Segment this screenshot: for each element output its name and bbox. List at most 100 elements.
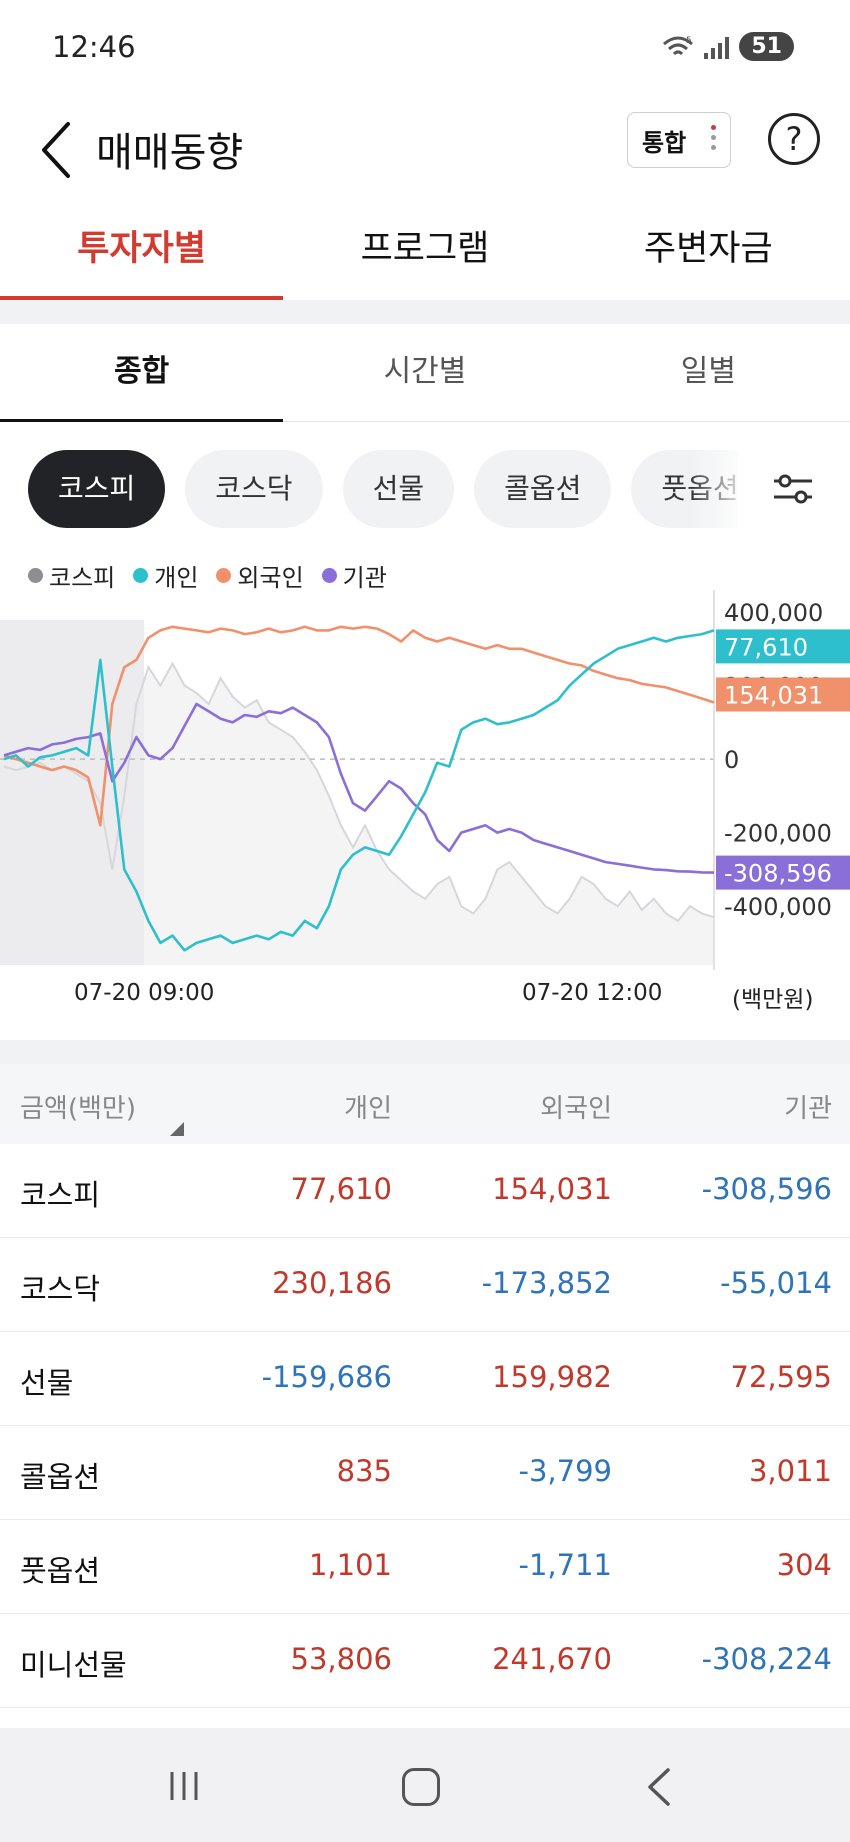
legend-dot <box>216 568 232 583</box>
legend-item-institution: 기관 <box>321 558 387 593</box>
individual-end-label: 77,610 <box>716 629 850 664</box>
chart-svg: 400,000200,0000-200,000-400,000154,03177… <box>0 590 850 970</box>
row-name: 풋옵션 <box>20 1554 101 1588</box>
sub-tabs: 종합 시간별 일별 <box>0 324 850 422</box>
legend-item-individual: 개인 <box>133 558 198 593</box>
status-icons: 5 51 <box>662 32 794 61</box>
header-institution: 기관 <box>784 1094 832 1124</box>
subtab-hourly[interactable]: 시간별 <box>283 324 566 421</box>
cell-foreign: -3,799 <box>518 1454 613 1488</box>
cell-foreign: 154,031 <box>492 1172 612 1206</box>
tab-peripheral-funds[interactable]: 주변자금 <box>567 200 850 300</box>
signal-icon <box>704 35 730 59</box>
subtab-daily[interactable]: 일별 <box>567 324 850 421</box>
investor-flow-chart[interactable]: 400,000200,0000-200,000-400,000154,03177… <box>0 590 850 1010</box>
page-title: 매매동향 <box>96 130 244 176</box>
header-foreign: 외국인 <box>540 1094 612 1124</box>
help-icon[interactable]: ? <box>768 113 820 165</box>
system-nav-bar <box>0 1728 850 1842</box>
recent-apps-icon[interactable] <box>166 1768 202 1804</box>
sort-icon[interactable] <box>170 1122 184 1136</box>
cell-individual: 1,101 <box>308 1548 392 1582</box>
legend-label: 외국인 <box>237 564 304 592</box>
row-name: 코스피 <box>20 1178 101 1212</box>
battery-badge: 51 <box>739 32 794 61</box>
table-row[interactable]: 풋옵션 1,101 -1,711 304 <box>0 1520 850 1614</box>
x-axis-label-mid: 07-20 12:00 <box>522 980 663 1006</box>
combined-menu-button[interactable]: 통합 <box>627 112 731 168</box>
chart-unit-label: (백만원) <box>732 987 814 1013</box>
cell-institution: 3,011 <box>748 1454 832 1488</box>
cell-institution: -308,596 <box>701 1172 832 1206</box>
legend-dot <box>321 568 337 583</box>
cell-individual: 835 <box>336 1454 392 1488</box>
y-tick-label: -400,000 <box>724 893 832 921</box>
x-axis-label-start: 07-20 09:00 <box>74 980 215 1006</box>
back-arrow-icon[interactable] <box>34 112 84 188</box>
chart-legend: 코스피 개인 외국인 기관 <box>28 558 387 593</box>
chip-kospi[interactable]: 코스피 <box>28 450 166 528</box>
y-tick-label: -200,000 <box>724 820 832 848</box>
table-header: 금액(백만) 개인 외국인 기관 <box>0 1064 850 1144</box>
table-row[interactable]: 콜옵션 835 -3,799 3,011 <box>0 1426 850 1520</box>
status-time: 12:46 <box>52 30 136 64</box>
system-back-icon[interactable] <box>644 1766 674 1808</box>
row-name: 미니선물 <box>20 1648 127 1682</box>
tab-investor[interactable]: 투자자별 <box>0 200 284 300</box>
row-name: 코스닥 <box>20 1272 101 1306</box>
table-row[interactable]: 미니선물 53,806 241,670 -308,224 <box>0 1614 850 1708</box>
wifi-badge: 5 <box>686 36 692 46</box>
institution-end-label: -308,596 <box>716 855 850 890</box>
table-row[interactable]: 선물 -159,686 159,982 72,595 <box>0 1332 850 1426</box>
divider-band <box>0 300 850 324</box>
legend-label: 개인 <box>154 564 199 592</box>
header-individual: 개인 <box>344 1094 392 1124</box>
chip-call-option[interactable]: 콜옵션 <box>474 450 612 528</box>
main-tabs: 투자자별 프로그램 주변자금 <box>0 200 850 300</box>
home-icon[interactable] <box>402 1768 440 1806</box>
cell-individual: 53,806 <box>290 1642 392 1676</box>
legend-dot <box>28 568 43 583</box>
more-dots-icon <box>711 125 716 150</box>
header: 매매동향 통합 ? <box>0 100 850 200</box>
legend-label: 코스피 <box>49 564 116 592</box>
cell-foreign: 159,982 <box>492 1360 612 1394</box>
cell-institution: -55,014 <box>720 1266 832 1300</box>
foreign-end-label: 154,031 <box>716 677 850 712</box>
chip-scroll[interactable]: 코스피 코스닥 선물 콜옵션 풋옵션 <box>28 450 738 530</box>
cell-foreign: 241,670 <box>492 1642 612 1676</box>
y-tick-label: 0 <box>724 746 739 774</box>
legend-item-kospi: 코스피 <box>28 558 115 593</box>
cell-institution: 72,595 <box>730 1360 832 1394</box>
table-row[interactable]: 코스피 77,610 154,031 -308,596 <box>0 1144 850 1238</box>
cell-institution: -308,224 <box>701 1642 832 1676</box>
row-name: 콜옵션 <box>20 1460 101 1494</box>
tab-program[interactable]: 프로그램 <box>283 200 566 300</box>
combined-label: 통합 <box>642 128 687 157</box>
status-bar: 12:46 5 51 <box>0 0 850 100</box>
y-tick-label: 400,000 <box>724 599 823 627</box>
cell-individual: 230,186 <box>272 1266 392 1300</box>
cell-individual: 77,610 <box>290 1172 392 1206</box>
legend-label: 기관 <box>342 564 387 592</box>
table-row[interactable]: 코스닥 230,186 -173,852 -55,014 <box>0 1238 850 1332</box>
subtab-overall[interactable]: 종합 <box>0 324 284 422</box>
chip-futures[interactable]: 선물 <box>342 450 455 528</box>
legend-dot <box>133 568 149 583</box>
filter-settings-icon[interactable] <box>768 464 818 514</box>
institution-end-label-text: -308,596 <box>724 860 832 888</box>
legend-item-foreign: 외국인 <box>216 558 304 593</box>
individual-end-label-text: 77,610 <box>724 633 808 661</box>
cell-foreign: -173,852 <box>481 1266 612 1300</box>
divider-band <box>0 1040 850 1064</box>
wifi-icon: 5 <box>663 36 694 55</box>
cell-individual: -159,686 <box>261 1360 392 1394</box>
foreign-end-label-text: 154,031 <box>724 682 823 710</box>
market-chip-row: 코스피 코스닥 선물 콜옵션 풋옵션 <box>0 450 850 530</box>
chip-kosdaq[interactable]: 코스닥 <box>185 450 323 528</box>
cell-foreign: -1,711 <box>518 1548 613 1582</box>
header-amount[interactable]: 금액(백만) <box>20 1088 136 1125</box>
chip-fade <box>690 450 750 530</box>
cell-institution: 304 <box>776 1548 832 1582</box>
row-name: 선물 <box>20 1366 74 1400</box>
